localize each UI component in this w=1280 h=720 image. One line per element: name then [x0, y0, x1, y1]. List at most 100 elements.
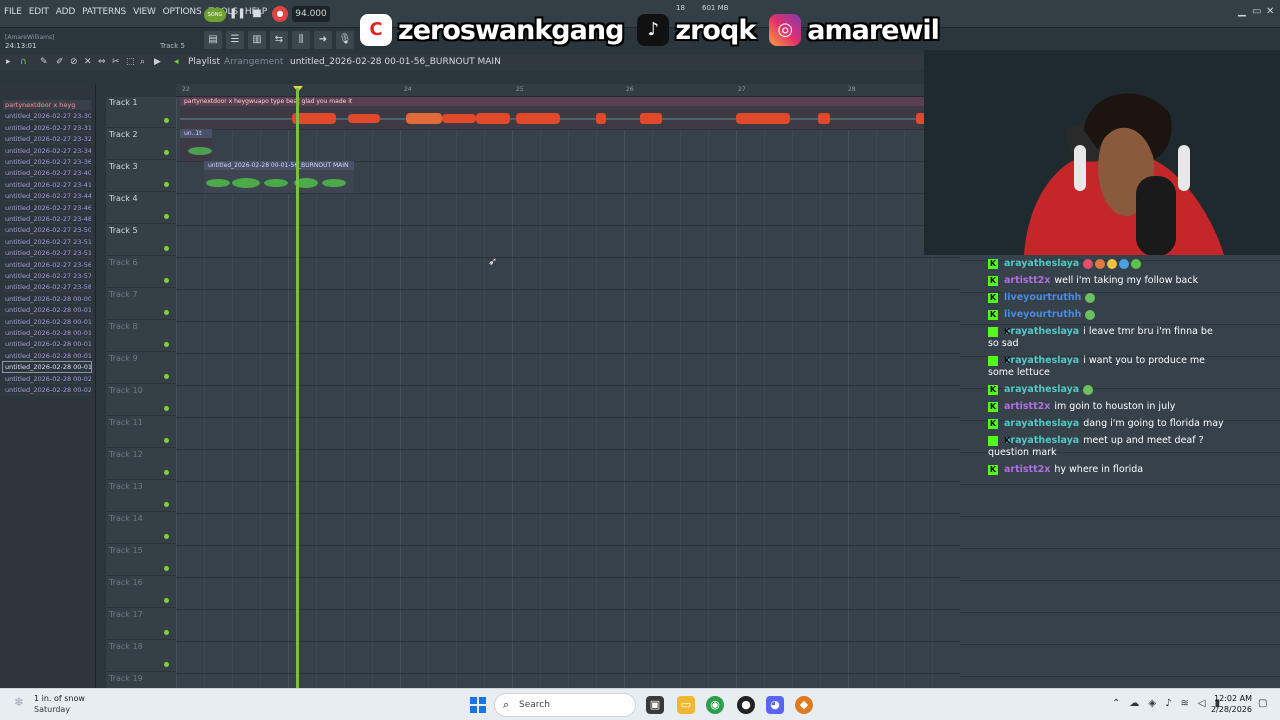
track-led-icon[interactable]: [164, 374, 169, 379]
menu-item-view[interactable]: VIEW: [133, 7, 156, 17]
menu-item-options[interactable]: OPTIONS: [163, 7, 202, 17]
chat-username[interactable]: arayatheslaya: [1004, 258, 1079, 269]
pattern-item[interactable]: untitled_2026-02-28 00-02: [3, 374, 91, 384]
pattern-item[interactable]: untitled_2026-02-27 23-56: [3, 260, 91, 270]
brush-icon[interactable]: ✐: [56, 57, 64, 67]
slice-icon[interactable]: ✂: [112, 57, 120, 67]
onedrive-icon[interactable]: ☁: [1129, 698, 1139, 709]
zoom-icon[interactable]: ⌕: [140, 57, 145, 67]
pattern-item[interactable]: untitled_2026-02-28 00-01: [3, 339, 91, 350]
pattern-item[interactable]: untitled_2026-02-27 23-32: [3, 134, 91, 145]
chat-username[interactable]: arayatheslaya: [1004, 435, 1079, 446]
piano-roll-icon[interactable]: ▥: [248, 31, 266, 49]
clock-date[interactable]: 2/28/2026: [1208, 705, 1252, 714]
arrow-right-icon[interactable]: ▸: [6, 57, 11, 67]
pattern-item[interactable]: untitled_2026-02-28 00-02: [3, 385, 91, 395]
mic-tray-icon[interactable]: ♪: [1165, 698, 1171, 709]
pattern-item[interactable]: untitled_2026-02-27 23-40: [3, 168, 91, 179]
track-header[interactable]: Track 16: [106, 576, 176, 608]
chevron-up-icon[interactable]: ⌃: [1112, 698, 1120, 709]
playback-icon[interactable]: ▶: [154, 57, 161, 67]
chat-username[interactable]: liveyourtruthh: [1004, 292, 1081, 303]
track-led-icon[interactable]: [164, 598, 169, 603]
pattern-item[interactable]: untitled_2026-02-27 23-46: [3, 203, 91, 213]
menu-item-patterns[interactable]: PATTERNS: [82, 7, 126, 17]
pattern-item[interactable]: untitled_2026-02-27 23-58: [3, 282, 91, 293]
track-led-icon[interactable]: [164, 214, 169, 219]
playlist-icon[interactable]: ▤: [204, 31, 222, 49]
pattern-item[interactable]: untitled_2026-02-28 00-01: [3, 351, 91, 361]
track-header[interactable]: Track 2: [106, 128, 176, 160]
track-header[interactable]: Track 6: [106, 256, 176, 288]
chat-username[interactable]: arayatheslaya: [1004, 326, 1079, 337]
taskbar-search[interactable]: ⌕ Search: [494, 693, 636, 717]
pencil-icon[interactable]: ✎: [40, 57, 48, 67]
select-icon[interactable]: ⬚: [126, 57, 135, 67]
track-header[interactable]: Track 14: [106, 512, 176, 544]
playlist-arrow-icon[interactable]: ◂: [174, 57, 179, 67]
track-led-icon[interactable]: [164, 534, 169, 539]
delete-icon[interactable]: ⊘: [70, 57, 78, 67]
track-header[interactable]: Track 1: [106, 96, 176, 128]
track-led-icon[interactable]: [164, 310, 169, 315]
slip-icon[interactable]: ⇔: [98, 57, 106, 67]
pattern-item[interactable]: untitled_2026-02-27 23-34: [3, 146, 91, 156]
pattern-item[interactable]: partynextdoor x heyg: [3, 100, 91, 110]
mute-icon[interactable]: ✕: [84, 57, 92, 67]
menu-item-add[interactable]: ADD: [56, 7, 76, 17]
weather-temp[interactable]: 1 in. of snow: [34, 694, 85, 703]
pattern-item[interactable]: untitled_2026-02-27 23-30: [3, 111, 91, 122]
track-header[interactable]: Track 5: [106, 224, 176, 256]
pattern-item[interactable]: untitled_2026-02-28 00-01: [3, 328, 91, 338]
fl-studio-icon[interactable]: ◆: [795, 696, 813, 714]
chat-username[interactable]: artistt2x: [1004, 401, 1050, 412]
pattern-item[interactable]: untitled_2026-02-27 23-41: [3, 180, 91, 190]
track-led-icon[interactable]: [164, 150, 169, 155]
track-header[interactable]: Track 9: [106, 352, 176, 384]
pattern-item[interactable]: untitled_2026-02-27 23-51: [3, 237, 91, 247]
track-header[interactable]: Track 7: [106, 288, 176, 320]
chat-username[interactable]: artistt2x: [1004, 275, 1050, 286]
track-led-icon[interactable]: [164, 342, 169, 347]
notification-icon[interactable]: ▢: [1258, 698, 1267, 709]
menu-item-edit[interactable]: EDIT: [29, 7, 49, 17]
chat-username[interactable]: arayatheslaya: [1004, 384, 1079, 395]
record-icon[interactable]: ●: [272, 6, 288, 22]
timeline-ruler[interactable]: 22 24 25 26 27 28: [176, 84, 924, 97]
pattern-item[interactable]: untitled_2026-02-27 23-57: [3, 271, 91, 281]
track-led-icon[interactable]: [164, 118, 169, 123]
chat-username[interactable]: liveyourtruthh: [1004, 309, 1081, 320]
channel-rack-icon[interactable]: ☰: [226, 31, 244, 49]
mic-icon[interactable]: 🎙: [336, 31, 354, 49]
restore-icon[interactable]: ▭: [1252, 6, 1261, 17]
track-led-icon[interactable]: [164, 470, 169, 475]
next-icon[interactable]: ➜: [314, 31, 332, 49]
track-header[interactable]: Track 3: [106, 160, 176, 192]
chrome-icon[interactable]: ◉: [706, 696, 724, 714]
pattern-item[interactable]: untitled_2026-02-28 00-01: [2, 361, 92, 374]
volume-icon[interactable]: ◁: [1198, 698, 1206, 709]
track-led-icon[interactable]: [164, 630, 169, 635]
track-led-icon[interactable]: [164, 566, 169, 571]
defender-icon[interactable]: ◈: [1148, 698, 1156, 709]
snow-icon[interactable]: ❄: [14, 695, 24, 709]
track-header[interactable]: Track 13: [106, 480, 176, 512]
discord-icon[interactable]: ◕: [766, 696, 784, 714]
pattern-item[interactable]: untitled_2026-02-28 00-00: [3, 294, 91, 304]
task-view-icon[interactable]: ▣: [646, 696, 664, 714]
wifi-icon[interactable]: ≋: [1180, 698, 1188, 709]
pattern-item[interactable]: untitled_2026-02-27 23-31: [3, 123, 91, 133]
track-header[interactable]: Track 18: [106, 640, 176, 672]
menu-item-file[interactable]: FILE: [4, 7, 22, 17]
track-led-icon[interactable]: [164, 662, 169, 667]
magnet-icon[interactable]: ∩: [20, 57, 27, 67]
track-header[interactable]: Track 11: [106, 416, 176, 448]
track-header[interactable]: Track 17: [106, 608, 176, 640]
track-led-icon[interactable]: [164, 438, 169, 443]
track-led-icon[interactable]: [164, 502, 169, 507]
track-led-icon[interactable]: [164, 246, 169, 251]
pause-icon[interactable]: ❚❚: [229, 6, 246, 22]
song-mode-toggle[interactable]: SONG: [204, 8, 226, 22]
track-led-icon[interactable]: [164, 406, 169, 411]
track-header[interactable]: Track 10: [106, 384, 176, 416]
